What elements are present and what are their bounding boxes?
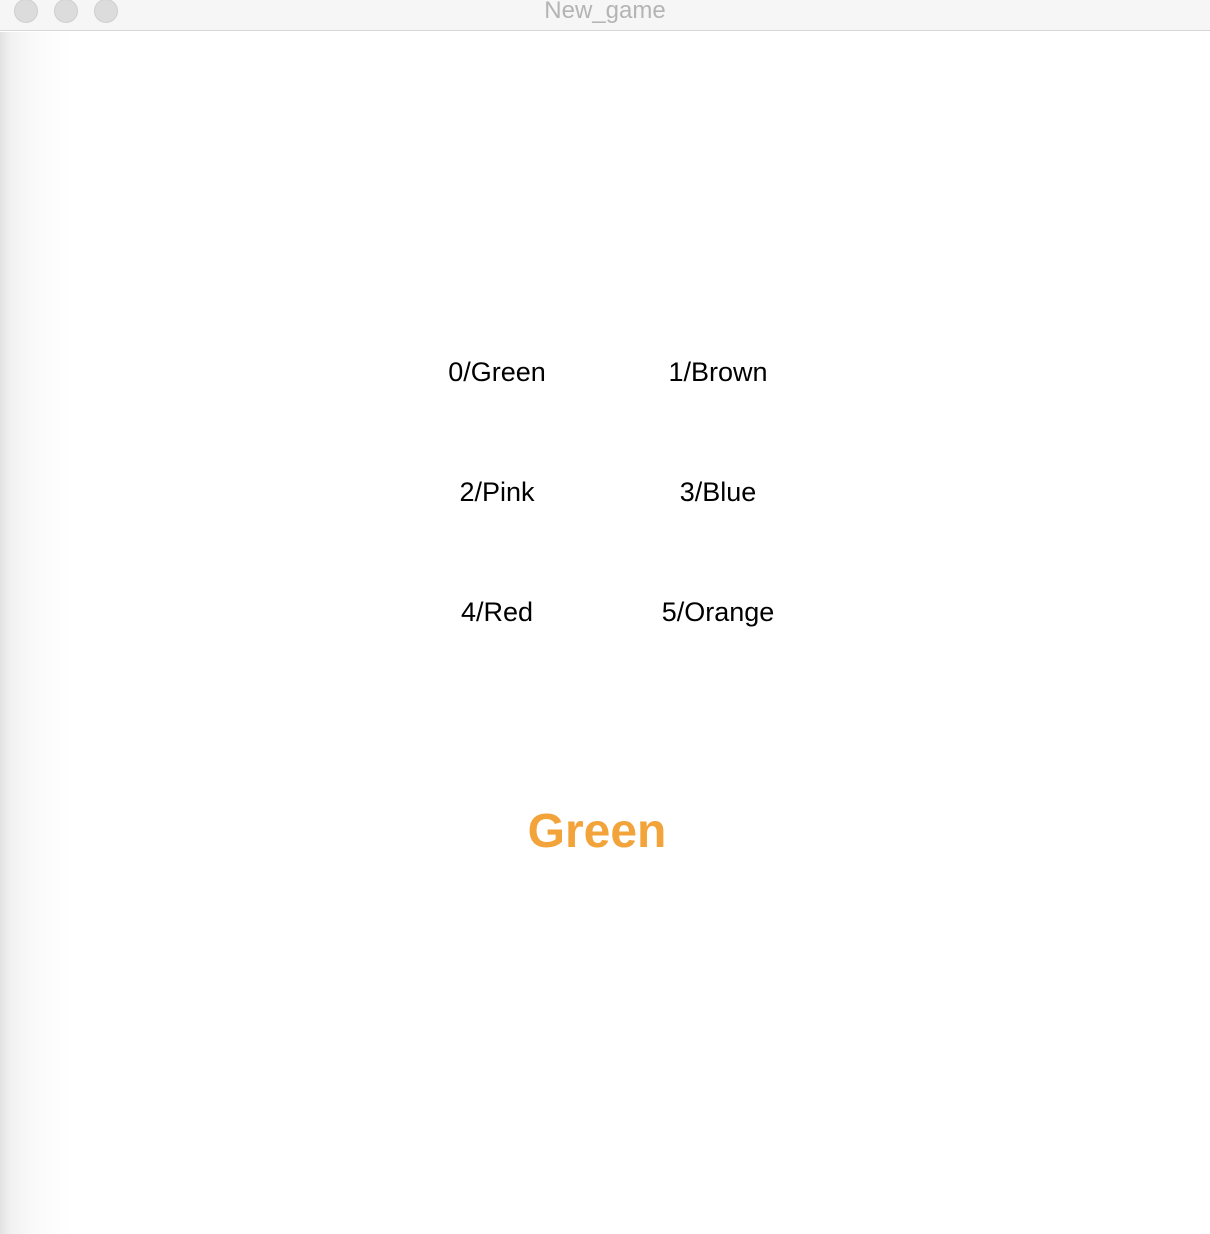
option-4-red[interactable]: 4/Red xyxy=(397,596,597,628)
option-5-orange[interactable]: 5/Orange xyxy=(618,596,818,628)
target-color-word: Green xyxy=(527,805,667,858)
title-bar[interactable]: New_game xyxy=(0,0,1210,31)
option-1-brown[interactable]: 1/Brown xyxy=(618,356,818,388)
option-2-pink[interactable]: 2/Pink xyxy=(397,476,597,508)
game-canvas: 0/Green 1/Brown 2/Pink 3/Blue 4/Red 5/Or… xyxy=(0,32,1210,1234)
window-title: New_game xyxy=(544,0,666,24)
option-0-green[interactable]: 0/Green xyxy=(397,356,597,388)
option-3-blue[interactable]: 3/Blue xyxy=(618,476,818,508)
game-window: New_game 0/Green 1/Brown 2/Pink 3/Blue 4… xyxy=(0,0,1210,1234)
